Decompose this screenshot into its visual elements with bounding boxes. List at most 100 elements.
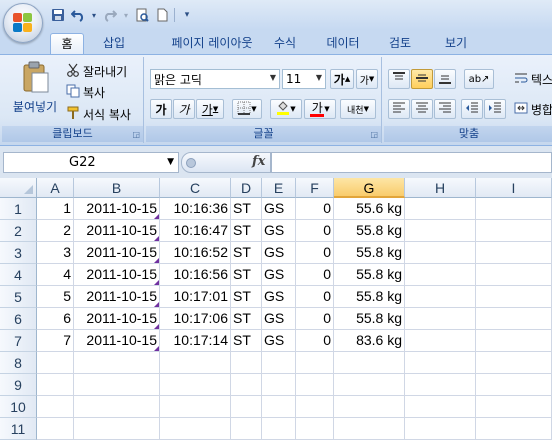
decrease-indent-button[interactable] [461, 99, 483, 119]
resize-handle-icon[interactable] [186, 158, 196, 168]
cell-h9[interactable] [405, 374, 476, 396]
office-button[interactable] [3, 3, 43, 43]
cell-e4[interactable]: GS [262, 264, 296, 286]
tab-home[interactable]: 홈 [50, 33, 84, 54]
cut-button[interactable]: 잘라내기 [66, 63, 127, 80]
cell-e10[interactable] [262, 396, 296, 418]
align-top-button[interactable] [388, 69, 410, 89]
cell-c4[interactable]: 10:16:56 [160, 264, 231, 286]
phonetic-guide-button[interactable]: 내천 ▼ [340, 99, 376, 119]
column-header-b[interactable]: B [74, 178, 160, 198]
cell-d6[interactable]: ST [231, 308, 262, 330]
align-right-button[interactable] [434, 99, 456, 119]
cell-h4[interactable] [405, 264, 476, 286]
column-header-f[interactable]: F [296, 178, 334, 198]
cell-g6[interactable]: 55.8 kg [334, 308, 405, 330]
tab-page-layout[interactable]: 페이지 레이아웃 [148, 33, 276, 54]
cell-h5[interactable] [405, 286, 476, 308]
font-color-button[interactable]: 가 ▼ [304, 99, 336, 119]
align-bottom-button[interactable] [434, 69, 456, 89]
increase-indent-button[interactable] [484, 99, 506, 119]
print-preview-icon[interactable] [134, 7, 150, 23]
cell-f8[interactable] [296, 352, 334, 374]
format-painter-button[interactable]: 서식 복사 [66, 106, 131, 123]
new-document-icon[interactable] [154, 7, 170, 23]
name-box[interactable]: G22 ▼ [3, 152, 179, 173]
cell-g9[interactable] [334, 374, 405, 396]
cell-c5[interactable]: 10:17:01 [160, 286, 231, 308]
insert-function-button[interactable]: fx [252, 154, 265, 169]
cell-d2[interactable]: ST [231, 220, 262, 242]
column-header-a[interactable]: A [37, 178, 74, 198]
column-header-h[interactable]: H [405, 178, 476, 198]
clipboard-dialog-launcher-icon[interactable]: ◲ [132, 130, 140, 139]
tab-formulas[interactable]: 수식 [265, 33, 305, 54]
cell-b7[interactable]: 2011-10-15 [74, 330, 160, 352]
cell-f11[interactable] [296, 418, 334, 440]
cell-a4[interactable]: 4 [37, 264, 74, 286]
cell-h8[interactable] [405, 352, 476, 374]
cell-b6[interactable]: 2011-10-15 [74, 308, 160, 330]
cell-b11[interactable] [74, 418, 160, 440]
cell-f6[interactable]: 0 [296, 308, 334, 330]
cell-a5[interactable]: 5 [37, 286, 74, 308]
cell-f1[interactable]: 0 [296, 198, 334, 220]
column-header-e[interactable]: E [262, 178, 296, 198]
undo-icon[interactable] [70, 7, 86, 23]
cell-g1[interactable]: 55.6 kg [334, 198, 405, 220]
cell-f7[interactable]: 0 [296, 330, 334, 352]
wrap-text-button[interactable]: 텍스 [514, 71, 552, 88]
align-middle-button[interactable] [411, 69, 433, 89]
cell-a6[interactable]: 6 [37, 308, 74, 330]
cell-f10[interactable] [296, 396, 334, 418]
font-dialog-launcher-icon[interactable]: ◲ [370, 130, 378, 139]
cell-f4[interactable]: 0 [296, 264, 334, 286]
cell-c11[interactable] [160, 418, 231, 440]
cell-a9[interactable] [37, 374, 74, 396]
customize-qat-icon[interactable]: ▾ [179, 7, 195, 23]
cell-b1[interactable]: 2011-10-15 [74, 198, 160, 220]
column-header-c[interactable]: C [160, 178, 231, 198]
cell-e2[interactable]: GS [262, 220, 296, 242]
cell-a8[interactable] [37, 352, 74, 374]
cell-e1[interactable]: GS [262, 198, 296, 220]
cell-g7[interactable]: 83.6 kg [334, 330, 405, 352]
cell-d11[interactable] [231, 418, 262, 440]
cell-d1[interactable]: ST [231, 198, 262, 220]
cell-e8[interactable] [262, 352, 296, 374]
cell-a11[interactable] [37, 418, 74, 440]
cell-i3[interactable] [476, 242, 552, 264]
cell-e6[interactable]: GS [262, 308, 296, 330]
column-header-i[interactable]: I [476, 178, 552, 198]
borders-button[interactable]: ▼ [232, 99, 262, 119]
cell-i8[interactable] [476, 352, 552, 374]
orientation-button[interactable]: ab↗ [464, 69, 494, 89]
grow-font-button[interactable]: 가 ▲ [330, 69, 354, 89]
cell-h7[interactable] [405, 330, 476, 352]
paste-button[interactable]: 붙여넣기 [6, 61, 64, 115]
cell-e3[interactable]: GS [262, 242, 296, 264]
cell-b2[interactable]: 2011-10-15 [74, 220, 160, 242]
cell-i9[interactable] [476, 374, 552, 396]
redo-icon[interactable] [102, 7, 118, 23]
cell-a2[interactable]: 2 [37, 220, 74, 242]
cell-c2[interactable]: 10:16:47 [160, 220, 231, 242]
cell-c8[interactable] [160, 352, 231, 374]
cell-a10[interactable] [37, 396, 74, 418]
cell-e5[interactable]: GS [262, 286, 296, 308]
cell-b3[interactable]: 2011-10-15 [74, 242, 160, 264]
row-header[interactable]: 10 [0, 396, 37, 418]
formula-input[interactable] [271, 152, 552, 173]
cell-h2[interactable] [405, 220, 476, 242]
cell-d3[interactable]: ST [231, 242, 262, 264]
cell-h6[interactable] [405, 308, 476, 330]
tab-review[interactable]: 검토 [380, 33, 420, 54]
redo-dropdown-icon[interactable]: ▾ [122, 7, 130, 23]
font-family-select[interactable]: 맑은 고딕 ▼ [150, 69, 280, 89]
cell-i10[interactable] [476, 396, 552, 418]
cell-a7[interactable]: 7 [37, 330, 74, 352]
bold-button[interactable]: 가 [150, 99, 172, 119]
cell-d4[interactable]: ST [231, 264, 262, 286]
fill-color-button[interactable]: ▼ [270, 99, 302, 119]
cell-f9[interactable] [296, 374, 334, 396]
